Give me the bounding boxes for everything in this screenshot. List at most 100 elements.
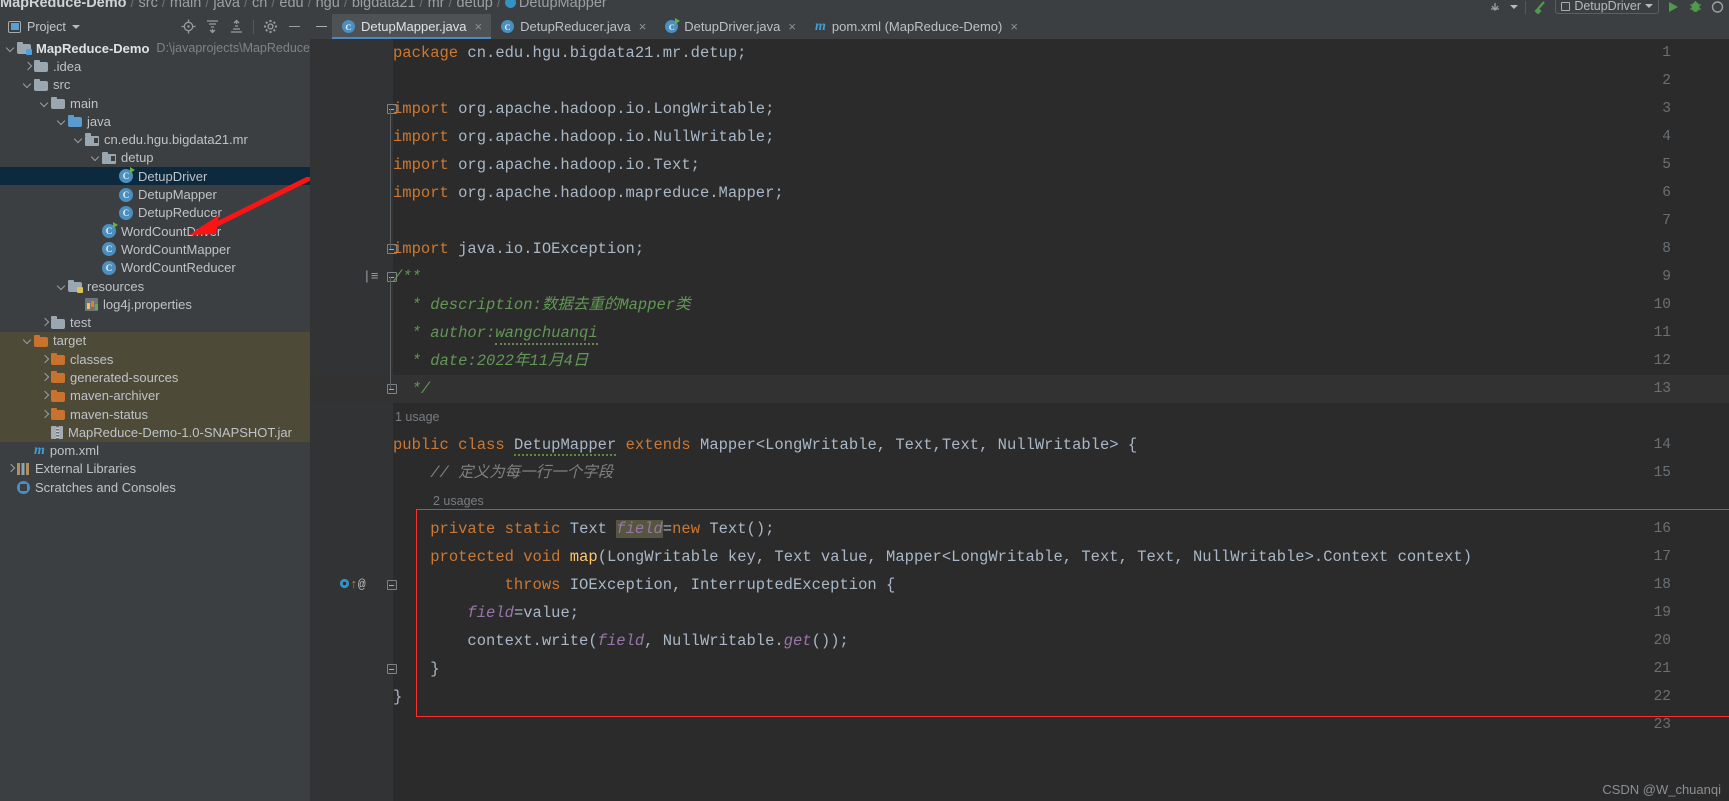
tab-label: DetupDriver.java [684, 19, 781, 34]
tree-item-label: MapReduce-Demo-1.0-SNAPSHOT.jar [68, 424, 292, 440]
tree-item-mapreduce-demo-1-0-snapshot-jar[interactable]: MapReduce-Demo-1.0-SNAPSHOT.jar [0, 423, 310, 442]
git-update-icon[interactable] [1488, 0, 1503, 14]
tree-expand-toggle[interactable] [22, 61, 33, 72]
inlay-usage-hint[interactable]: 1 usage [395, 403, 439, 431]
breadcrumb[interactable]: MapReduce-Demo / src / main / java / cn / edu / hgu /… [0, 0, 607, 11]
tree-item-cn-edu-hgu-bigdata21-mr[interactable]: cn.edu.hgu.bigdata21.mr [0, 130, 310, 148]
breadcrumb-item-src[interactable]: src [139, 0, 158, 11]
tree-expand-toggle[interactable] [39, 98, 50, 109]
tree-item-log4j-properties[interactable]: log4j.properties [0, 295, 310, 313]
tree-item-maven-archiver[interactable]: maven-archiver [0, 386, 310, 405]
project-tree[interactable]: MapReduce-Demo D:\javaprojects\MapReduce-… [0, 39, 310, 801]
breadcrumb-item-bigdata21[interactable]: bigdata21 [352, 0, 416, 11]
breadcrumb-item-hgu[interactable]: hgu [316, 0, 340, 11]
jar-file-icon [51, 425, 63, 439]
tree-item-detup[interactable]: detup [0, 149, 310, 167]
tree-expand-toggle[interactable] [107, 189, 118, 200]
tree-item-idea[interactable]: .idea [0, 57, 310, 75]
editor-tab-pom-xml-mapreduce-demo[interactable]: m pom.xml (MapReduce-Demo) × [805, 14, 1027, 39]
expand-all-icon[interactable] [205, 19, 220, 34]
chevron-down-icon[interactable] [71, 24, 80, 29]
tree-item-wordcountdriver[interactable]: C WordCountDriver [0, 222, 310, 240]
tree-expand-toggle[interactable] [73, 134, 84, 145]
gear-icon[interactable] [263, 19, 278, 34]
build-hammer-icon[interactable] [1533, 0, 1548, 14]
profiler-icon[interactable] [1710, 0, 1725, 14]
tree-item-label: DetupReducer [138, 205, 222, 221]
tree-item-wordcountreducer[interactable]: C WordCountReducer [0, 259, 310, 277]
source-code[interactable]: package cn.edu.hgu.bigdata21.mr.detup; i… [393, 39, 1729, 801]
tree-expand-toggle[interactable] [5, 43, 16, 54]
breadcrumb-item-main[interactable]: main [170, 0, 201, 11]
tree-expand-toggle[interactable] [39, 317, 50, 328]
tab-close-icon[interactable]: × [475, 19, 483, 34]
breadcrumb-item-mr[interactable]: mr [428, 0, 445, 11]
tree-expand-toggle[interactable] [39, 354, 50, 365]
tree-item-detupdriver[interactable]: C DetupDriver [0, 167, 310, 186]
run-configuration-selector[interactable]: DetupDriver [1555, 0, 1659, 14]
inlay-usage-hint[interactable]: 2 usages [433, 487, 484, 515]
breadcrumb-item-edu[interactable]: edu [279, 0, 303, 11]
editor-tab-detupdriver-java[interactable]: C DetupDriver.java × [655, 14, 805, 39]
tree-expand-toggle[interactable] [5, 482, 16, 493]
watermark-label: CSDN @W_chuanqi [1602, 782, 1721, 797]
tree-expand-toggle[interactable] [90, 244, 101, 255]
override-method-gutter-icon[interactable]: ↑@ [339, 571, 366, 599]
editor-tab-detupreducer-java[interactable]: C DetupReducer.java × [491, 14, 655, 39]
tree-item-maven-status[interactable]: maven-status [0, 404, 310, 424]
project-tool-window-title[interactable]: Project [0, 20, 80, 34]
tree-item-wordcountmapper[interactable]: C WordCountMapper [0, 240, 310, 258]
tree-item-java[interactable]: java [0, 112, 310, 130]
excluded-folder-icon [34, 334, 48, 347]
chevron-down-icon[interactable] [1510, 5, 1519, 9]
tree-expand-toggle[interactable] [39, 409, 50, 420]
tree-item-detupmapper[interactable]: C DetupMapper [0, 185, 310, 203]
editor-tab-detupmapper-java[interactable]: C DetupMapper.java × [332, 14, 492, 39]
tree-expand-toggle[interactable] [56, 116, 67, 127]
breadcrumb-item-class[interactable]: DetupMapper [519, 0, 607, 11]
tree-item-generated-sources[interactable]: generated-sources [0, 368, 310, 387]
editor-gutter[interactable] [310, 39, 393, 801]
tree-item-target[interactable]: target [0, 331, 310, 351]
tree-item-test[interactable]: test [0, 313, 310, 331]
breadcrumb-item-project[interactable]: MapReduce-Demo [0, 0, 127, 11]
tree-expand-toggle[interactable] [90, 262, 101, 273]
tree-item-resources[interactable]: resources [0, 277, 310, 295]
tree-item-scratches-and-consoles[interactable]: Scratches and Consoles [0, 478, 310, 496]
tree-expand-toggle[interactable] [22, 79, 33, 90]
hide-window-icon[interactable] [287, 19, 302, 34]
run-button-icon[interactable] [1666, 0, 1681, 14]
run-config-label: DetupDriver [1574, 0, 1641, 13]
tree-item-classes[interactable]: classes [0, 350, 310, 369]
locate-icon[interactable] [181, 19, 196, 34]
tree-expand-toggle[interactable] [22, 335, 33, 346]
tree-item-external-libraries[interactable]: External Libraries [0, 460, 310, 478]
collapse-all-icon[interactable] [229, 19, 244, 34]
tree-item-mapreduce-demo[interactable]: MapReduce-Demo D:\javaprojects\MapReduce-… [0, 39, 310, 57]
tree-item-pom-xml[interactable]: m pom.xml [0, 442, 310, 460]
tree-item-main[interactable]: main [0, 94, 310, 112]
fold-region-line [389, 277, 391, 389]
debug-button-icon[interactable] [1688, 0, 1703, 14]
tab-close-icon[interactable]: × [639, 19, 647, 34]
tree-expand-toggle[interactable] [39, 427, 50, 438]
tree-expand-toggle[interactable] [90, 152, 101, 163]
tab-close-icon[interactable]: × [788, 19, 796, 34]
tree-expand-toggle[interactable] [39, 390, 50, 401]
hide-editor-icon[interactable] [310, 14, 332, 39]
tree-expand-toggle[interactable] [107, 171, 118, 182]
code-editor[interactable]: 1 2 3 4 5 6 7 8 9 10 11 12 13 14 15 16 17 18 19 20 21 22 23 |≡… [310, 39, 1729, 801]
tab-close-icon[interactable]: × [1010, 19, 1018, 34]
tree-expand-toggle[interactable] [56, 281, 67, 292]
tree-expand-toggle[interactable] [39, 372, 50, 383]
tree-expand-toggle[interactable] [107, 207, 118, 218]
breadcrumb-item-cn[interactable]: cn [252, 0, 267, 11]
tree-item-src[interactable]: src [0, 76, 310, 94]
breadcrumb-item-detup[interactable]: detup [457, 0, 493, 11]
tree-expand-toggle[interactable] [22, 445, 33, 456]
tree-expand-toggle[interactable] [73, 299, 84, 310]
tree-expand-toggle[interactable] [90, 226, 101, 237]
tree-expand-toggle[interactable] [5, 463, 16, 474]
tree-item-detupreducer[interactable]: C DetupReducer [0, 204, 310, 222]
breadcrumb-item-java[interactable]: java [213, 0, 240, 11]
